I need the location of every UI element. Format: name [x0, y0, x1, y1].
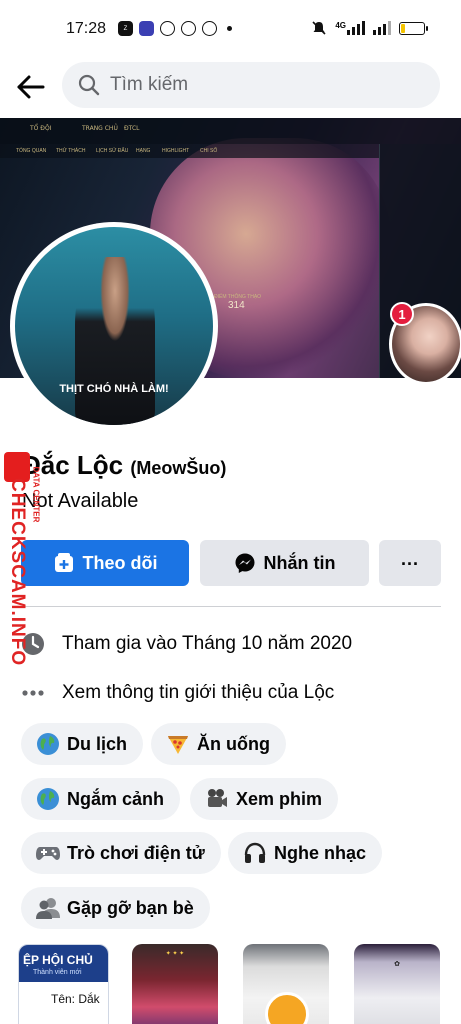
- interest-label: Ăn uống: [197, 733, 270, 754]
- interest-label: Gặp gỡ bạn bè: [67, 897, 194, 918]
- cover-subtab: HIGHLIGHT: [162, 148, 190, 154]
- divider: [21, 606, 441, 607]
- sync-icon: [202, 21, 217, 36]
- cover-subtab: CHI SỐ: [200, 148, 218, 154]
- message-label: Nhắn tin: [263, 552, 336, 573]
- interest-chip[interactable]: Ngắm cảnh: [21, 778, 181, 820]
- globe-icon: [35, 786, 61, 812]
- watermark-sub: DATA CENTER: [31, 466, 41, 523]
- interest-chip[interactable]: Ăn uống: [151, 723, 286, 765]
- watermark: DATA CENTER CHECKSCAM.INFO: [2, 452, 41, 678]
- mute-icon: [312, 21, 326, 35]
- battery-icon: [399, 21, 428, 35]
- interest-chip[interactable]: Nghe nhạc: [228, 832, 383, 874]
- top-bar: Tìm kiếm: [0, 60, 461, 112]
- back-arrow-icon: [17, 75, 45, 99]
- interest-label: Nghe nhạc: [274, 842, 367, 863]
- more-label: ...: [400, 548, 419, 569]
- cover-tab: ĐTCL: [124, 125, 140, 132]
- cover-subtab: THỬ THÁCH: [56, 148, 86, 154]
- back-button[interactable]: [14, 70, 48, 104]
- profile-photo: THỊT CHÓ NHÀ LÀM!: [15, 227, 213, 425]
- search-input[interactable]: Tìm kiếm: [62, 62, 440, 108]
- cover-subtab: HẠNG: [136, 148, 151, 154]
- interest-chip[interactable]: Trò chơi điện tử: [21, 832, 221, 874]
- cover-game-topbar: TỔ ĐỘI TRANG CHỦ ĐTCL: [0, 118, 461, 144]
- cover-subtabs: TỔNG QUAN THỬ THÁCH LỊCH SỬ ĐẤU HẠNG HIG…: [0, 144, 380, 158]
- profile-alt-name: (MeowŠuo): [130, 458, 227, 478]
- pizza-icon: [165, 731, 191, 757]
- featured-card-sub: Thành viên mới: [19, 969, 108, 982]
- more-options-button[interactable]: ...: [379, 540, 441, 586]
- info-joined-text: Tham gia vào Tháng 10 năm 2020: [62, 633, 353, 654]
- cover-subtab: LỊCH SỬ ĐẤU: [96, 148, 129, 154]
- watermark-brand: CHECKSCAM.INFO: [7, 478, 28, 667]
- featured-card-title: ỆP HỘI CHỦ: [19, 945, 108, 969]
- cover-tab: TỔ ĐỘI: [30, 125, 52, 132]
- interest-label: Trò chơi điện tử: [67, 842, 205, 863]
- status-bar: 17:28 Z 4G: [0, 0, 461, 60]
- gamepad-icon: [35, 840, 61, 866]
- headphones-icon: [242, 840, 268, 866]
- battery-fill: [401, 23, 405, 33]
- follow-button[interactable]: Theo dõi: [21, 540, 189, 586]
- cover-rank-score: 314: [228, 300, 245, 311]
- app-icon: [139, 21, 154, 36]
- interest-label: Ngắm cảnh: [67, 788, 165, 809]
- featured-card-decoration: ✿: [394, 961, 400, 968]
- info-about-text: Xem thông tin giới thiệu của Lộc: [62, 682, 335, 703]
- interest-chip[interactable]: Gặp gỡ bạn bè: [21, 887, 210, 929]
- profile-photo-person: [75, 257, 155, 425]
- messenger-icon: [234, 552, 256, 574]
- signal-4g: 4G: [335, 21, 365, 35]
- featured-card-sticker: [265, 992, 309, 1024]
- featured-card[interactable]: ✦ ✦ ✦: [132, 944, 218, 1024]
- people-icon: [35, 895, 61, 921]
- featured-card-decoration: ✦ ✦ ✦: [165, 951, 185, 957]
- interest-label: Du lịch: [67, 733, 128, 754]
- info-joined: Tham gia vào Tháng 10 năm 2020: [20, 629, 352, 659]
- search-icon: [78, 74, 100, 96]
- featured-card[interactable]: [243, 944, 329, 1024]
- profile-name: Đắc Lộc (MeowŠuo): [22, 450, 226, 481]
- zalo-icon: Z: [118, 21, 133, 36]
- signal-icon: [373, 21, 391, 35]
- featured-card-line: Tên: Dắk: [51, 992, 100, 1006]
- status-app-icons: Z: [118, 21, 232, 36]
- interest-label: Xem phim: [236, 788, 323, 809]
- globe-icon: [35, 731, 61, 757]
- story-badge: 1: [390, 302, 414, 326]
- info-about[interactable]: Xem thông tin giới thiệu của Lộc: [20, 678, 334, 708]
- featured-card[interactable]: ỆP HỘI CHỦ Thành viên mới Tên: Dắk: [18, 944, 109, 1024]
- profile-avatar[interactable]: THỊT CHÓ NHÀ LÀM!: [10, 222, 218, 430]
- profile-photo-caption: THỊT CHÓ NHÀ LÀM!: [59, 383, 169, 395]
- message-button[interactable]: Nhắn tin: [200, 540, 369, 586]
- interest-chip[interactable]: Du lịch: [21, 723, 144, 765]
- search-placeholder: Tìm kiếm: [110, 74, 189, 95]
- featured-card[interactable]: ✿: [354, 944, 440, 1024]
- notification-dot: [227, 26, 232, 31]
- coin-icon: [181, 21, 196, 36]
- follow-label: Theo dõi: [82, 552, 158, 573]
- movie-camera-icon: [204, 786, 230, 812]
- messenger-icon: [160, 21, 175, 36]
- status-time: 17:28: [66, 20, 107, 37]
- follow-icon: [53, 552, 75, 574]
- status-right: 4G: [311, 20, 428, 36]
- cover-subtab: TỔNG QUAN: [16, 148, 47, 154]
- interest-chip[interactable]: Xem phim: [190, 778, 339, 820]
- cover-tab: TRANG CHỦ: [82, 125, 118, 132]
- network-label: 4G: [335, 21, 346, 30]
- more-dots-icon: [20, 689, 46, 697]
